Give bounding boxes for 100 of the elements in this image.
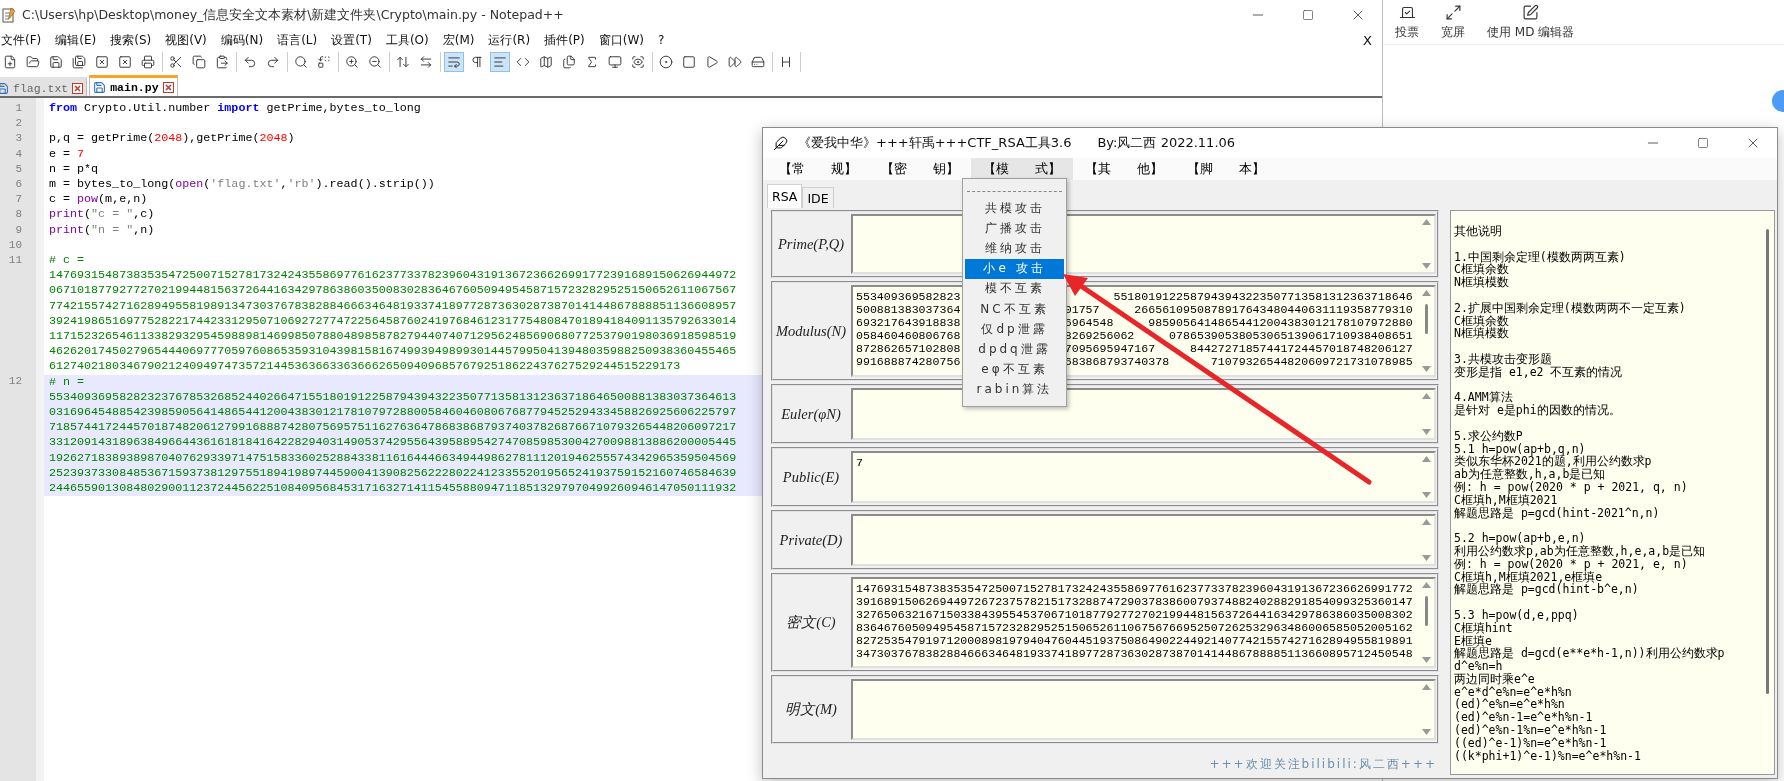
menu-item[interactable]: 插件(P) bbox=[543, 30, 586, 50]
scroll-up-icon[interactable] bbox=[1422, 393, 1431, 399]
menu-option[interactable]: 仅dp泄露 bbox=[965, 319, 1064, 340]
menu-item[interactable]: 【脚 本】 bbox=[1175, 158, 1277, 180]
menu-option[interactable]: NC不互素 bbox=[965, 298, 1064, 320]
scrollbar[interactable] bbox=[1419, 579, 1434, 666]
line-number: 11 bbox=[8, 253, 22, 266]
line-number: 1 bbox=[15, 102, 22, 114]
close-icon[interactable] bbox=[162, 81, 174, 93]
scroll-down-icon[interactable] bbox=[1422, 729, 1431, 735]
line-number: 12 bbox=[8, 375, 22, 388]
save-icon bbox=[0, 81, 9, 95]
file-tab[interactable]: main.py bbox=[89, 75, 178, 96]
code-line: 77421557427162894955819891347303767838288466634648193374189772873630287387014144867888851136608957 bbox=[49, 298, 737, 314]
scroll-down-icon[interactable] bbox=[1422, 366, 1431, 372]
note-line: 5.求公约数P bbox=[1454, 429, 1523, 443]
menu-item[interactable]: 窗口(W) bbox=[597, 30, 645, 50]
toolbar-button[interactable]: 宽屏 bbox=[1441, 3, 1465, 41]
scroll-up-icon[interactable] bbox=[1422, 519, 1431, 525]
text-area[interactable] bbox=[851, 514, 1436, 566]
note-line: 5.3 h=pow(d,e,ppq) bbox=[1454, 608, 1579, 622]
menu-option[interactable]: dpdq泄露 bbox=[965, 339, 1064, 360]
text-area[interactable] bbox=[851, 679, 1436, 740]
window-title: C:\Users\hp\Desktop\money_信息安全文本素材\新建文件夹\Crypto\main.py - Notepad++ bbox=[22, 6, 564, 24]
code-line: p,q = getPrime(2048),getPrime(2048) bbox=[49, 131, 295, 147]
code-line: 612740218034679021240949747357214453636633636662650940968576792518622437627529244515229173 bbox=[49, 359, 681, 375]
scrollbar[interactable] bbox=[1419, 390, 1434, 438]
note-line: N框填模数 bbox=[1454, 276, 1509, 289]
code-line: from Crypto.Util.number import getPrime,bytes_to_long bbox=[49, 101, 421, 117]
menu-option[interactable]: 维纳攻击 bbox=[965, 238, 1064, 259]
scroll-down-icon[interactable] bbox=[1422, 555, 1431, 561]
author-text: By:风二西 2022.11.06 bbox=[1097, 134, 1236, 152]
tab[interactable]: IDE bbox=[802, 187, 834, 208]
text-area[interactable]: 7 bbox=[851, 451, 1436, 503]
scrollbar[interactable] bbox=[1419, 516, 1434, 564]
menu-item[interactable]: 设置(T) bbox=[330, 30, 373, 50]
scroll-down-icon[interactable] bbox=[1422, 263, 1431, 269]
menu-item[interactable]: 【模 式】 bbox=[971, 158, 1073, 180]
scroll-up-icon[interactable] bbox=[1422, 582, 1431, 588]
menu-option[interactable]: eφ不互素 bbox=[965, 359, 1064, 380]
toolbar-button[interactable]: 使用 MD 编辑器 bbox=[1487, 3, 1575, 41]
code-line: m = bytes_to_long(open('flag.txt','rb').read().strip()) bbox=[49, 177, 435, 193]
note-line: 类似东华杯2021的题,利用公约数求p bbox=[1454, 455, 1652, 469]
code-line: 71857441724457018748206127991688874280756957511627636478683868793740378268766710793265448206097217 bbox=[49, 420, 737, 436]
note-line: ((k*phi+1)^e-1)%n=e^e*h%n-1 bbox=[1454, 749, 1641, 763]
menu-item[interactable]: 编码(N) bbox=[219, 30, 265, 50]
note-line: 解题思路是 p=gcd(hint-2021^n,n) bbox=[1454, 506, 1660, 520]
menu-item[interactable]: 运行(R) bbox=[487, 30, 532, 50]
menu-option[interactable]: rabin算法 bbox=[965, 379, 1064, 400]
code-line: 46262017450279654440697770597608653593104398158167499394989930144579950413948035988250938360455465 bbox=[49, 344, 737, 360]
scroll-up-icon[interactable] bbox=[1422, 684, 1431, 690]
menu-item[interactable]: 编辑(E) bbox=[54, 30, 98, 50]
menu-item[interactable]: 工具(O) bbox=[384, 30, 430, 50]
menu-item[interactable]: 视图(V) bbox=[164, 30, 208, 50]
field-label: Private(D) bbox=[779, 531, 843, 549]
note-line: 解题思路是 p=gcd(hint-b^e,n) bbox=[1454, 583, 1639, 597]
field-label: Public(E) bbox=[782, 468, 840, 486]
maximize-icon[interactable] bbox=[1302, 9, 1314, 21]
text-area[interactable]: 14769315487383535472500715278173242435586977616237733782396043191367236626991772 39168915062694497267237578215173288747290378386007937488240288291854099325360147 32765063216715033843955453706710187792772702199448156372644163429786386035008302 83646760509495458715723282952515065261106756766952507262532963486006585052005162 82725354791971200089819794047604451937508649022449214077421557427162894955819891 34730376783828846663464819337418977287363028738701414486788885113660895712450548 bbox=[851, 577, 1436, 668]
note-line: C框填余数 bbox=[1454, 314, 1509, 328]
note-line: 5.1 h=pow(ap+b,q,n) bbox=[1454, 442, 1586, 456]
note-line: C框填余数 bbox=[1454, 263, 1509, 277]
code-line: 06710187792772702199448156372644163429786386035008302836467605094954587157232829525150652611067567 bbox=[49, 283, 737, 299]
scrollbar[interactable] bbox=[1419, 287, 1434, 375]
scrollbar[interactable] bbox=[1419, 453, 1434, 501]
scroll-up-icon[interactable] bbox=[1422, 290, 1431, 296]
note-line: e^e*d^e%n=e^e*h%n bbox=[1454, 685, 1572, 699]
menu-item[interactable]: ? bbox=[656, 32, 666, 48]
menu-item[interactable]: 【常 规】 bbox=[767, 158, 869, 180]
note-line: 利用公约数求p,ab为任意整数,h,e,a,b是已知 bbox=[1454, 544, 1706, 558]
code-line: 03169645488542398590564148654412004383012178107972880058460460806768779452529433458826925606225797 bbox=[49, 405, 737, 421]
note-line: N框填模数 bbox=[1454, 327, 1509, 341]
code-line: 25239373308485367159373812975518941989744590041390825622280224123355201956524193759152160746584639 bbox=[49, 465, 737, 482]
scroll-down-icon[interactable] bbox=[1422, 429, 1431, 435]
close-icon[interactable] bbox=[72, 82, 84, 94]
scroll-down-icon[interactable] bbox=[1422, 492, 1431, 498]
scroll-up-icon[interactable] bbox=[1422, 219, 1431, 225]
menu-option[interactable]: 广播攻击 bbox=[965, 218, 1064, 239]
menu-item[interactable]: 语言(L) bbox=[276, 30, 319, 50]
menu-item[interactable]: 文件(F) bbox=[0, 30, 43, 50]
menu-item[interactable]: 搜索(S) bbox=[109, 30, 153, 50]
note-line: (ed)^e%n=e^e*h%n bbox=[1454, 698, 1565, 712]
scroll-down-icon[interactable] bbox=[1422, 657, 1431, 663]
toolbar-button[interactable]: 投票 bbox=[1395, 3, 1419, 41]
menu-item[interactable]: 宏(M) bbox=[441, 30, 476, 50]
menu-option[interactable]: 共模攻击 bbox=[965, 198, 1064, 219]
menu-option[interactable]: 小e 攻击 bbox=[965, 258, 1064, 279]
menu-item[interactable]: 【其 他】 bbox=[1073, 158, 1175, 180]
note-line: 3.共模攻击变形题 bbox=[1454, 352, 1552, 366]
scroll-up-icon[interactable] bbox=[1422, 456, 1431, 462]
menu-item[interactable]: 【密 钥】 bbox=[869, 158, 971, 180]
scrollbar[interactable] bbox=[1419, 681, 1434, 738]
line-number: 2 bbox=[15, 117, 22, 130]
close-document-button[interactable]: X bbox=[1363, 32, 1372, 48]
scrollbar[interactable] bbox=[1419, 216, 1434, 272]
file-tab[interactable]: flag.txt bbox=[0, 77, 88, 96]
tab[interactable]: RSA bbox=[767, 184, 803, 208]
maximize-icon[interactable] bbox=[1697, 137, 1709, 149]
code-line: 24465590130848029001123724456225108409568453171632714115455880947118513297970499260946147050111932 bbox=[49, 481, 737, 497]
field-label: Prime(P,Q) bbox=[777, 235, 845, 253]
